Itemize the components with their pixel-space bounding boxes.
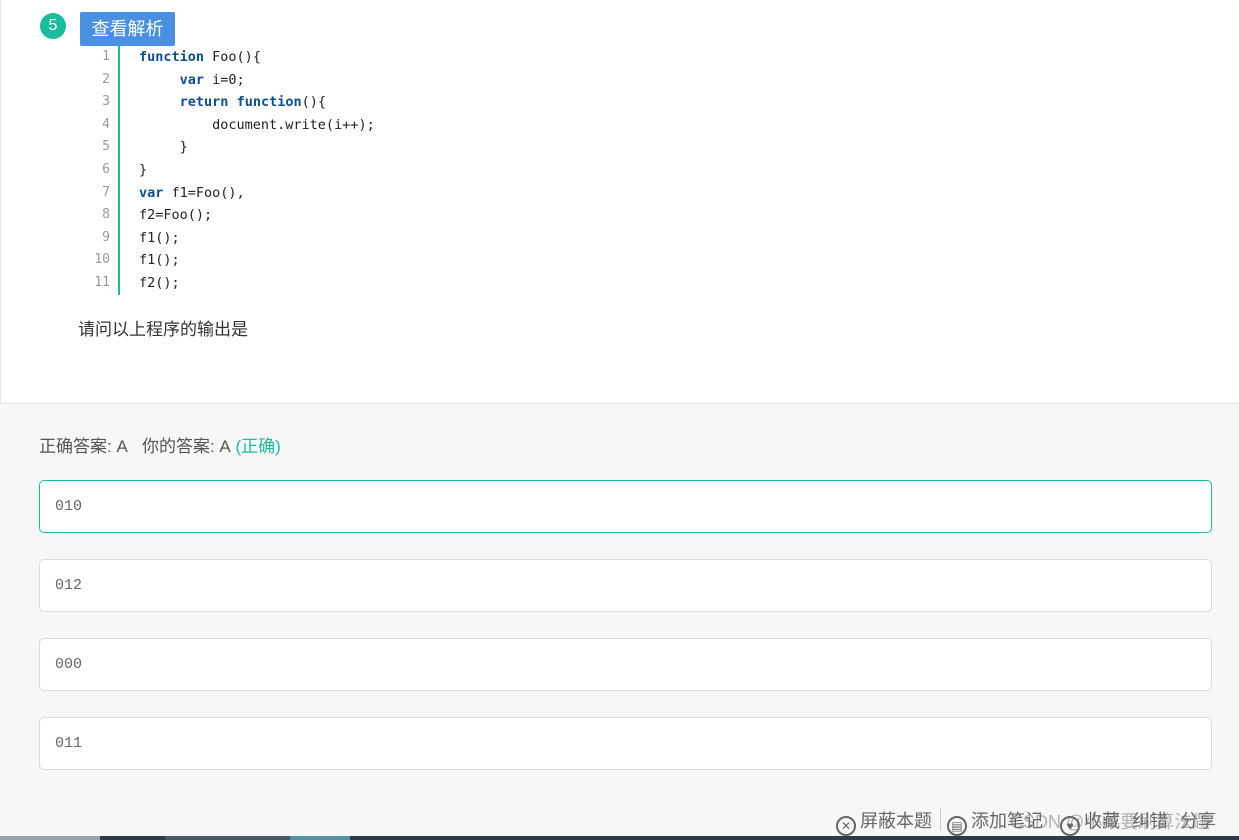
answer-result: (正确) bbox=[235, 437, 281, 456]
code-line-number: 7 bbox=[102, 184, 110, 200]
option-c[interactable]: 000 bbox=[39, 638, 1212, 691]
code-lines: function Foo(){ var i=0; return function… bbox=[139, 46, 375, 295]
block-question-button[interactable]: ✕ 屏蔽本题 bbox=[836, 807, 932, 836]
code-text: (){ bbox=[301, 94, 326, 111]
question-panel: 5 查看解析 1 2 3 4 5 6 7 8 9 10 11 function Foo(){ var… bbox=[0, 0, 1239, 404]
code-line: var i=0; bbox=[139, 69, 375, 92]
code-text: } bbox=[139, 161, 148, 178]
code-keyword: var bbox=[139, 184, 164, 201]
code-text: f2=Foo(); bbox=[139, 207, 213, 224]
question-prompt: 请问以上程序的输出是 bbox=[78, 320, 248, 339]
code-keyword: function bbox=[236, 94, 302, 111]
watermark: CSDN @小菜要刷算法题 bbox=[1010, 812, 1211, 832]
code-line: } bbox=[139, 136, 375, 159]
code-line-numbers: 1 2 3 4 5 6 7 8 9 10 11 bbox=[81, 46, 120, 295]
close-circle-icon: ✕ bbox=[836, 816, 856, 836]
code-keyword: function bbox=[139, 49, 205, 65]
code-keyword: var bbox=[179, 71, 205, 88]
block-question-label: 屏蔽本题 bbox=[860, 811, 932, 831]
code-text: f1(); bbox=[139, 229, 180, 246]
code-line: function Foo(){ bbox=[139, 46, 375, 69]
code-line: f1(); bbox=[139, 249, 375, 272]
code-text: document.write(i++); bbox=[139, 116, 375, 133]
code-text: Foo(){ bbox=[204, 49, 261, 65]
option-a[interactable]: 010 bbox=[39, 480, 1212, 533]
code-line: return function(){ bbox=[139, 91, 375, 114]
divider bbox=[940, 808, 941, 830]
option-b[interactable]: 012 bbox=[39, 559, 1212, 612]
code-line-number: 1 bbox=[102, 49, 110, 64]
answer-summary: 正确答案: A 你的答案: A (正确) bbox=[39, 432, 281, 457]
question-number-badge: 5 bbox=[40, 13, 66, 39]
view-analysis-button[interactable]: 查看解析 bbox=[80, 12, 175, 46]
code-line-number: 2 bbox=[102, 71, 110, 87]
option-d[interactable]: 011 bbox=[39, 717, 1212, 770]
code-line: var f1=Foo(), bbox=[139, 182, 375, 205]
code-keyword: return bbox=[179, 94, 229, 111]
code-text: } bbox=[139, 139, 188, 156]
code-line: document.write(i++); bbox=[139, 114, 375, 137]
correct-answer-label: 正确答案: A bbox=[39, 437, 128, 456]
code-line: f2=Foo(); bbox=[139, 204, 375, 227]
code-line-number: 8 bbox=[102, 207, 110, 223]
code-line: f1(); bbox=[139, 227, 375, 250]
code-line-number: 11 bbox=[94, 274, 110, 290]
code-line-number: 3 bbox=[102, 94, 110, 110]
code-line-number: 5 bbox=[102, 139, 110, 155]
code-text: f1=Foo(), bbox=[163, 184, 245, 201]
code-text: f2(); bbox=[139, 274, 180, 291]
code-block: 1 2 3 4 5 6 7 8 9 10 11 function Foo(){ var i=0; r… bbox=[81, 46, 581, 295]
bottom-bar-segment bbox=[0, 836, 100, 840]
code-text: f1(); bbox=[139, 252, 180, 269]
answer-panel: 正确答案: A 你的答案: A (正确) 010 012 000 011 ✕ 屏蔽… bbox=[0, 404, 1239, 840]
bottom-bar bbox=[0, 836, 1239, 840]
code-line-number: 6 bbox=[102, 161, 110, 177]
code-line-number: 4 bbox=[102, 116, 110, 132]
code-line-number: 10 bbox=[94, 252, 110, 268]
your-answer-label: 你的答案: A bbox=[141, 437, 231, 456]
code-line: } bbox=[139, 159, 375, 182]
bottom-bar-segment bbox=[290, 836, 350, 840]
bottom-bar-segment bbox=[165, 836, 290, 840]
code-line: f2(); bbox=[139, 272, 375, 295]
code-line-number: 9 bbox=[102, 229, 110, 245]
code-text: i=0; bbox=[204, 71, 245, 88]
book-icon: ▤ bbox=[947, 816, 967, 836]
